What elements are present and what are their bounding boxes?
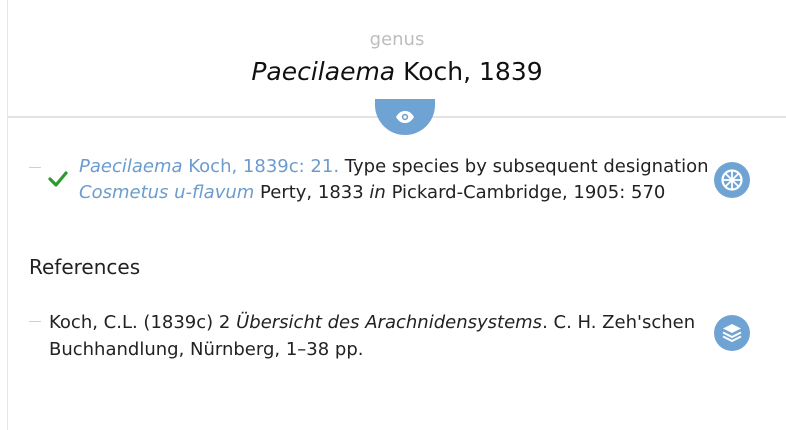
page-title: Paecilaema Koch, 1839 <box>8 57 786 86</box>
type-species-link[interactable]: Cosmetus u-flavum <box>79 182 254 203</box>
reference-author: Koch, C.L. (1839c) 2 <box>49 312 231 333</box>
layers-icon <box>722 324 742 342</box>
reference-item: Koch, C.L. (1839c) 2 Übersicht des Arach… <box>49 309 699 363</box>
citation-genus: Paecilaema <box>79 156 183 177</box>
rank-label: genus <box>369 29 425 50</box>
type-species-author: Perty, 1833 <box>260 182 364 203</box>
entry-marker <box>29 167 41 168</box>
reference-marker <box>29 321 41 322</box>
genus-author: Koch, 1839 <box>403 57 543 86</box>
citation-link[interactable]: Paecilaema Koch, 1839c: 21. <box>79 156 339 177</box>
eye-icon <box>396 111 414 123</box>
check-icon <box>48 171 68 187</box>
type-designation-entry: Paecilaema Koch, 1839c: 21. Type species… <box>79 154 709 206</box>
citation-rest: Koch, 1839c: 21. <box>188 156 340 177</box>
designation-source: Pickard-Cambridge, 1905: 570 <box>391 182 666 203</box>
taxonomy-button[interactable] <box>714 162 750 198</box>
reference-title: Übersicht des Arachnidensystems <box>236 312 543 333</box>
genus-name: Paecilaema <box>251 57 396 86</box>
designation-text: Type species by subsequent designation <box>344 156 709 177</box>
references-button[interactable] <box>714 315 750 351</box>
wheel-icon <box>721 169 743 191</box>
toggle-view-button[interactable] <box>375 99 435 135</box>
in-word: in <box>369 182 386 203</box>
references-heading: References <box>29 255 141 279</box>
